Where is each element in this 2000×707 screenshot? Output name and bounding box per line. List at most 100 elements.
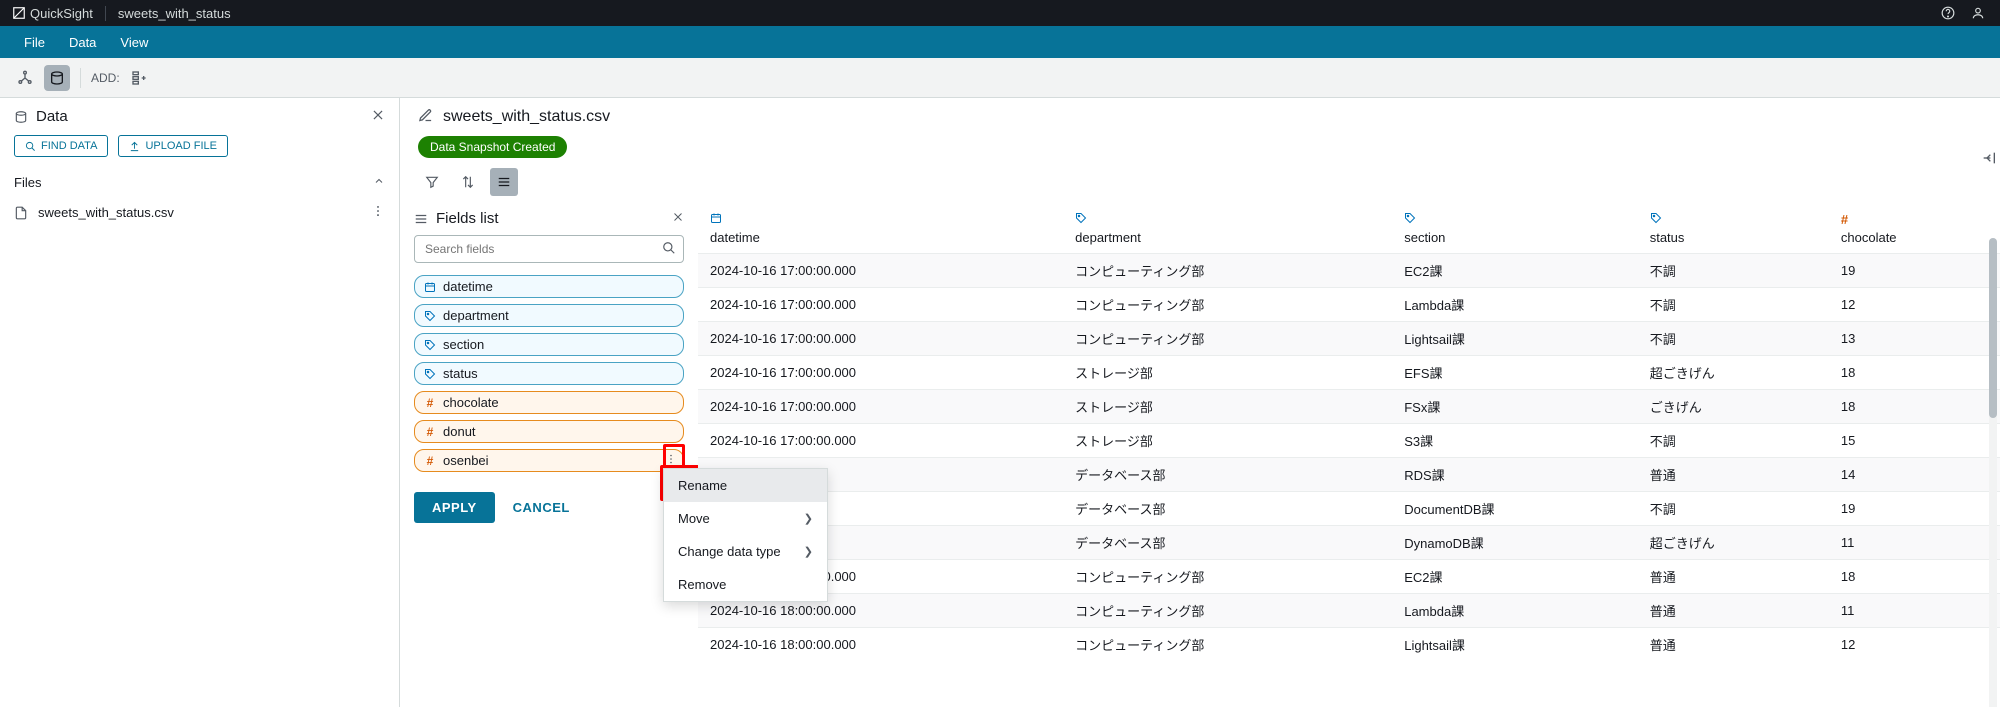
file-row[interactable]: sweets_with_status.csv <box>0 196 399 229</box>
ctx-rename[interactable]: Rename <box>664 469 827 502</box>
cell-section: FSx課 <box>1392 390 1638 424</box>
cell-datetime: 2024-10-16 17:00:00.000 <box>698 288 1063 322</box>
fields-button[interactable] <box>490 168 518 196</box>
file-more-button[interactable] <box>371 204 385 221</box>
col-datetime[interactable]: datetime <box>698 206 1063 254</box>
user-icon[interactable] <box>1968 3 1988 23</box>
table-row[interactable]: 00.000データベース部RDS課普通14 <box>698 458 2000 492</box>
edit-name-button[interactable] <box>418 108 433 126</box>
cell-department: コンピューティング部 <box>1063 322 1392 356</box>
table-row[interactable]: 2024-10-16 17:00:00.000ストレージ部S3課不調15 <box>698 424 2000 458</box>
col-department[interactable]: department <box>1063 206 1392 254</box>
brand[interactable]: QuickSight <box>12 6 106 21</box>
menu-view[interactable]: View <box>108 35 160 50</box>
cell-chocolate: 15 <box>1829 424 2000 458</box>
data-table-wrap[interactable]: datetime departmentsectionstatus#chocolat… <box>698 206 2000 707</box>
help-icon[interactable] <box>1938 3 1958 23</box>
ctx-move[interactable]: Move❯ <box>664 502 827 535</box>
field-chip-status[interactable]: status <box>414 362 684 385</box>
cell-status: 超ごきげん <box>1638 356 1829 390</box>
table-row[interactable]: 2024-10-16 17:00:00.000ストレージ部FSx課ごきげん18 <box>698 390 2000 424</box>
tag-icon <box>423 368 437 380</box>
col-section[interactable]: section <box>1392 206 1638 254</box>
search-fields-input[interactable] <box>414 235 684 263</box>
cell-chocolate: 18 <box>1829 356 2000 390</box>
cell-section: DynamoDB課 <box>1392 526 1638 560</box>
cell-department: コンピューティング部 <box>1063 594 1392 628</box>
table-row[interactable]: 00.000データベース部DocumentDB課不調19 <box>698 492 2000 526</box>
table-row[interactable]: 2024-10-16 18:00:00.000コンピューティング部EC2課普通1… <box>698 560 2000 594</box>
cell-section: S3課 <box>1392 424 1638 458</box>
cell-status: ごきげん <box>1638 390 1829 424</box>
field-chip-donut[interactable]: #donut <box>414 420 684 443</box>
field-chip-datetime[interactable]: datetime <box>414 275 684 298</box>
cell-status: 不調 <box>1638 288 1829 322</box>
brand-label: QuickSight <box>30 6 93 21</box>
table-row[interactable]: 2024-10-16 17:00:00.000コンピューティング部Lightsa… <box>698 322 2000 356</box>
cell-department: コンピューティング部 <box>1063 560 1392 594</box>
apply-button[interactable]: APPLY <box>414 492 495 523</box>
hash-icon: # <box>423 425 437 439</box>
cell-status: 普通 <box>1638 628 1829 662</box>
find-data-button[interactable]: FIND DATA <box>14 135 108 157</box>
table-row[interactable]: 2024-10-16 18:00:00.000コンピューティング部Lightsa… <box>698 628 2000 662</box>
field-more-button[interactable] <box>665 453 677 468</box>
cell-department: データベース部 <box>1063 526 1392 560</box>
file-name: sweets_with_status.csv <box>38 205 361 220</box>
menu-data[interactable]: Data <box>57 35 108 50</box>
table-row[interactable]: 2024-10-16 17:00:00.000コンピューティング部EC2課不調1… <box>698 254 2000 288</box>
table-row[interactable]: 00.000データベース部DynamoDB課超ごきげん11 <box>698 526 2000 560</box>
add-data-button[interactable] <box>126 65 152 91</box>
table-row[interactable]: 2024-10-16 18:00:00.000コンピューティング部Lambda課… <box>698 594 2000 628</box>
cell-chocolate: 19 <box>1829 492 2000 526</box>
ctx-change-type[interactable]: Change data type❯ <box>664 535 827 568</box>
menu-file[interactable]: File <box>12 35 57 50</box>
field-chip-chocolate[interactable]: #chocolate <box>414 391 684 414</box>
cell-chocolate: 11 <box>1829 594 2000 628</box>
upload-icon <box>129 141 140 152</box>
cell-status: 超ごきげん <box>1638 526 1829 560</box>
cell-datetime: 2024-10-16 17:00:00.000 <box>698 322 1063 356</box>
field-chip-department[interactable]: department <box>414 304 684 327</box>
search-icon <box>662 241 676 258</box>
sort-button[interactable] <box>454 168 482 196</box>
field-name: status <box>443 366 673 381</box>
cell-status: 普通 <box>1638 458 1829 492</box>
chevron-up-icon[interactable] <box>373 175 385 190</box>
collapse-right-button[interactable] <box>1978 144 2000 172</box>
files-header[interactable]: Files <box>0 169 399 196</box>
col-status[interactable]: status <box>1638 206 1829 254</box>
table-row[interactable]: 2024-10-16 17:00:00.000コンピューティング部Lambda課… <box>698 288 2000 322</box>
hash-icon: # <box>423 454 437 468</box>
cell-department: データベース部 <box>1063 492 1392 526</box>
field-name: datetime <box>443 279 673 294</box>
close-fields-button[interactable] <box>672 211 684 226</box>
cell-chocolate: 12 <box>1829 628 2000 662</box>
cell-chocolate: 18 <box>1829 390 2000 424</box>
cell-department: ストレージ部 <box>1063 390 1392 424</box>
cell-status: 普通 <box>1638 594 1829 628</box>
cell-section: DocumentDB課 <box>1392 492 1638 526</box>
ctx-remove[interactable]: Remove <box>664 568 827 601</box>
table-view-button[interactable] <box>44 65 70 91</box>
cell-section: EC2課 <box>1392 254 1638 288</box>
filter-button[interactable] <box>418 168 446 196</box>
cell-datetime: 2024-10-16 17:00:00.000 <box>698 254 1063 288</box>
col-chocolate[interactable]: #chocolate <box>1829 206 2000 254</box>
upload-file-button[interactable]: UPLOAD FILE <box>118 135 228 157</box>
field-chip-osenbei[interactable]: #osenbei <box>414 449 684 472</box>
list-icon <box>414 212 428 226</box>
table-row[interactable]: 2024-10-16 17:00:00.000ストレージ部EFS課超ごきげん18 <box>698 356 2000 390</box>
tag-icon <box>423 339 437 351</box>
cell-status: 不調 <box>1638 492 1829 526</box>
schema-view-button[interactable] <box>12 65 38 91</box>
field-name: department <box>443 308 673 323</box>
col-label: datetime <box>710 230 760 245</box>
data-panel: Data FIND DATA UPLOAD FILE Files swe <box>0 98 400 707</box>
cell-chocolate: 12 <box>1829 288 2000 322</box>
cancel-button[interactable]: CANCEL <box>513 492 570 523</box>
field-chip-section[interactable]: section <box>414 333 684 356</box>
cell-datetime: 2024-10-16 18:00:00.000 <box>698 628 1063 662</box>
table-scrollbar[interactable] <box>1989 238 1997 707</box>
close-data-panel-button[interactable] <box>371 108 385 125</box>
